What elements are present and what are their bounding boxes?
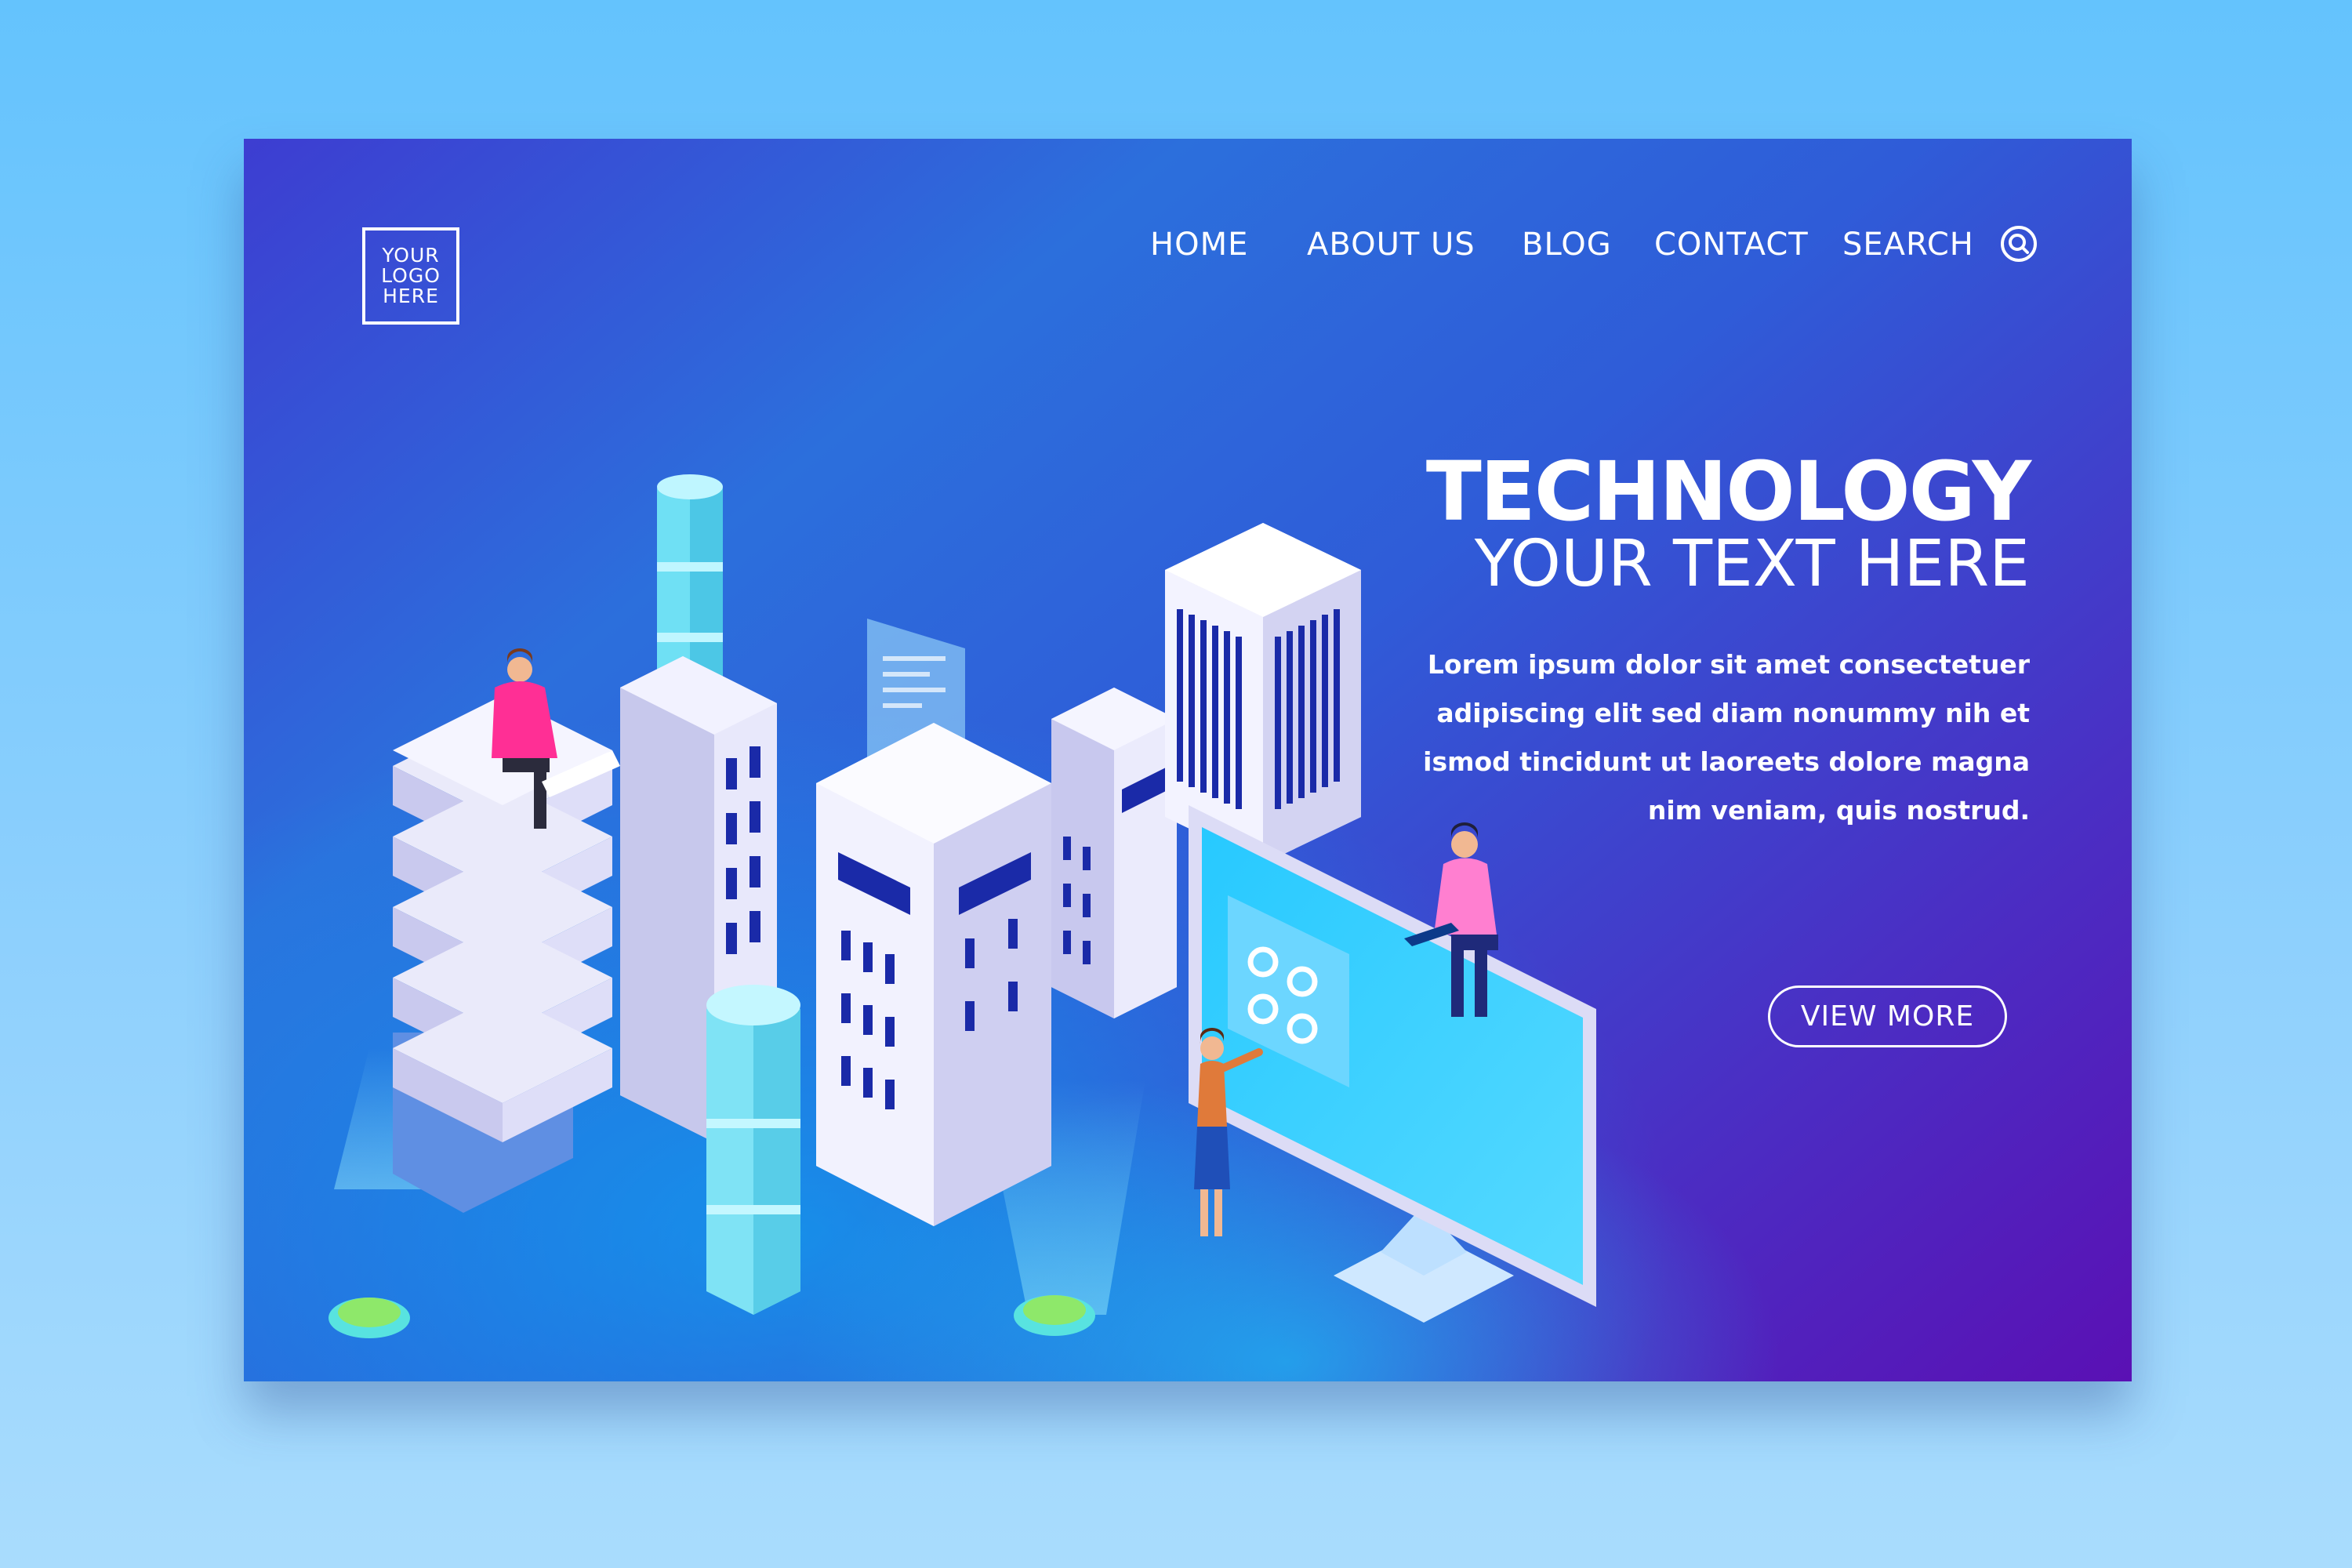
landing-card: YOUR LOGO HERE HOME ABOUT US BLOG CONTAC… xyxy=(244,139,2132,1381)
office-building-right xyxy=(1051,688,1177,1018)
office-building-center xyxy=(816,723,1051,1226)
computer-monitor xyxy=(1189,805,1596,1323)
city-illustration xyxy=(328,474,1596,1338)
glass-tower-front xyxy=(706,985,800,1315)
